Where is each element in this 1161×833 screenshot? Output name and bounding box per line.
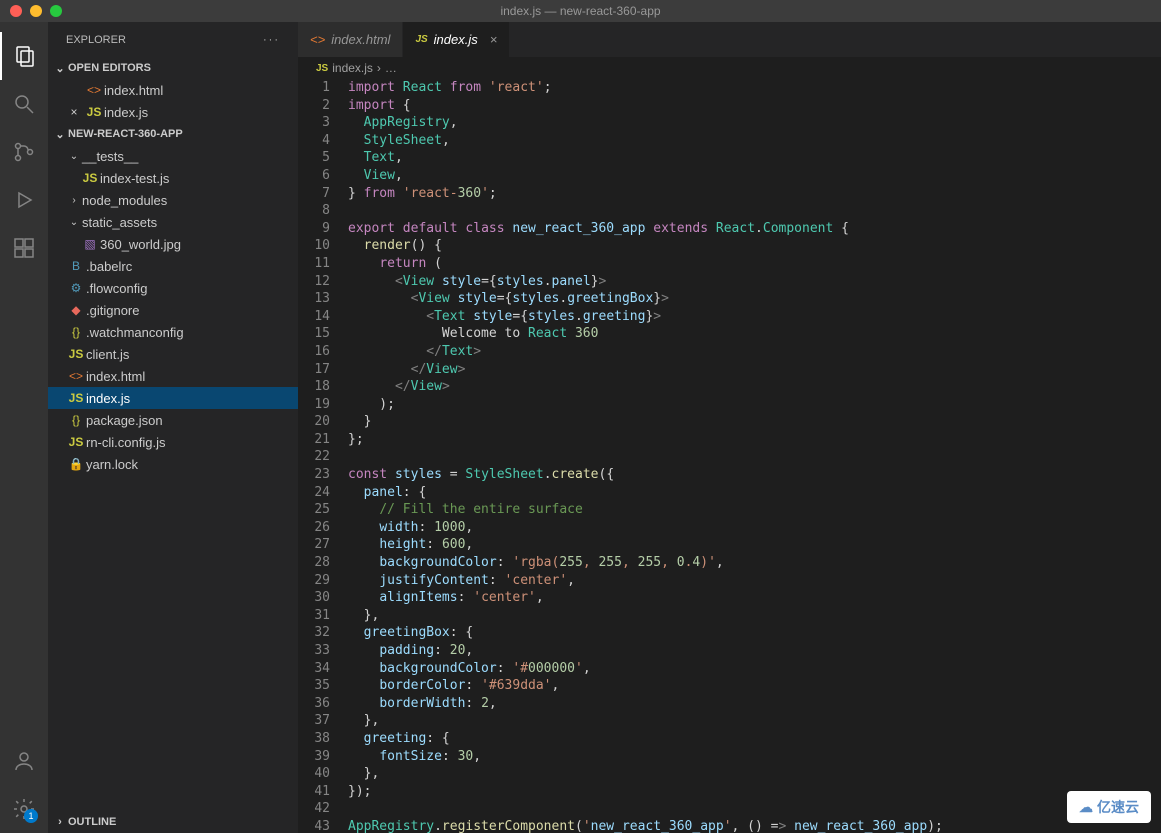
close-icon[interactable]: × [490, 32, 498, 47]
file-item[interactable]: ▧360_world.jpg [48, 233, 298, 255]
chevron-right-icon: › [52, 816, 68, 828]
chevron-down-icon: ⌄ [52, 62, 68, 75]
code-editor[interactable]: 1 2 3 4 5 6 7 8 9 10 11 12 13 14 15 16 1… [298, 79, 1161, 833]
extensions-icon[interactable] [0, 224, 48, 272]
file-name: index.html [86, 369, 145, 384]
file-name: index.js [104, 105, 148, 120]
tab-label: index.js [434, 32, 478, 47]
traffic-lights [0, 5, 62, 17]
accounts-icon[interactable] [0, 737, 48, 785]
editor-tab[interactable]: <> index.html [298, 22, 403, 57]
watermark: ☁ 亿速云 [1067, 791, 1151, 823]
file-icon: 🔒 [66, 457, 86, 471]
file-item[interactable]: 🔒yarn.lock [48, 453, 298, 475]
explorer-icon[interactable] [0, 32, 48, 80]
titlebar: index.js — new-react-360-app [0, 0, 1161, 22]
file-name: yarn.lock [86, 457, 138, 472]
minimize-window-button[interactable] [30, 5, 42, 17]
file-name: .flowconfig [86, 281, 147, 296]
file-name: 360_world.jpg [100, 237, 181, 252]
file-name: client.js [86, 347, 129, 362]
file-name: index-test.js [100, 171, 169, 186]
code-content[interactable]: import React from 'react'; import { AppR… [348, 79, 1161, 833]
breadcrumb-file: index.js [332, 61, 373, 75]
file-icon: JS [66, 391, 86, 405]
file-icon: JS [415, 34, 427, 45]
folder-item[interactable]: ›node_modules [48, 189, 298, 211]
maximize-window-button[interactable] [50, 5, 62, 17]
tab-label: index.html [331, 32, 390, 47]
file-item[interactable]: ⚙.flowconfig [48, 277, 298, 299]
file-icon: <> [84, 83, 104, 97]
debug-icon[interactable] [0, 176, 48, 224]
file-item[interactable]: {}.watchmanconfig [48, 321, 298, 343]
search-icon[interactable] [0, 80, 48, 128]
file-item[interactable]: JSclient.js [48, 343, 298, 365]
chevron-down-icon: ⌄ [52, 128, 68, 141]
sidebar-header: EXPLORER ··· [48, 22, 298, 57]
file-icon: ⚙ [66, 281, 86, 295]
chevron-icon: ⌄ [66, 217, 82, 228]
file-name: .babelrc [86, 259, 132, 274]
file-item[interactable]: <>index.html [48, 365, 298, 387]
sidebar: EXPLORER ··· ⌄ OPEN EDITORS <>index.html… [48, 22, 298, 833]
close-icon[interactable]: × [64, 105, 84, 119]
settings-badge: 1 [24, 809, 38, 823]
file-item[interactable]: {}package.json [48, 409, 298, 431]
file-icon: <> [310, 32, 325, 47]
folder-name: node_modules [82, 193, 167, 208]
breadcrumb[interactable]: JS index.js › … [298, 57, 1161, 79]
editor-tab[interactable]: JS index.js × [403, 22, 510, 57]
file-icon: JS [84, 105, 104, 119]
file-name: .watchmanconfig [86, 325, 184, 340]
file-item[interactable]: ◆.gitignore [48, 299, 298, 321]
file-name: .gitignore [86, 303, 139, 318]
open-editor-item[interactable]: <>index.html [48, 79, 298, 101]
editor-tabs: <> index.html JS index.js × [298, 22, 1161, 57]
close-window-button[interactable] [10, 5, 22, 17]
file-item[interactable]: JSindex-test.js [48, 167, 298, 189]
breadcrumb-sep: › [377, 61, 381, 75]
file-icon: B [66, 259, 86, 273]
file-item[interactable]: B.babelrc [48, 255, 298, 277]
folder-item[interactable]: ⌄static_assets [48, 211, 298, 233]
folder-name: static_assets [82, 215, 157, 230]
chevron-icon: ⌄ [66, 151, 82, 162]
cloud-icon: ☁ [1079, 799, 1093, 816]
activity-bar: 1 [0, 22, 48, 833]
breadcrumb-more: … [385, 61, 397, 75]
file-name: rn-cli.config.js [86, 435, 165, 450]
open-editors-section[interactable]: ⌄ OPEN EDITORS [48, 57, 298, 79]
chevron-icon: › [66, 195, 82, 206]
settings-icon[interactable]: 1 [0, 785, 48, 833]
folder-name: __tests__ [82, 149, 138, 164]
file-name: package.json [86, 413, 163, 428]
file-icon: {} [66, 325, 86, 339]
main: 1 EXPLORER ··· ⌄ OPEN EDITORS <>index.ht… [0, 22, 1161, 833]
editor-area: <>index.htmlJSindex.js× JS index.js › … … [298, 22, 1161, 833]
source-control-icon[interactable] [0, 128, 48, 176]
line-numbers: 1 2 3 4 5 6 7 8 9 10 11 12 13 14 15 16 1… [298, 79, 348, 833]
file-icon: JS [66, 435, 86, 449]
file-icon: ▧ [80, 237, 100, 251]
file-item[interactable]: JSindex.js [48, 387, 298, 409]
open-editor-item[interactable]: ×JSindex.js [48, 101, 298, 123]
file-icon: JS [80, 171, 100, 185]
file-icon: <> [66, 369, 86, 383]
project-section[interactable]: ⌄ NEW-REACT-360-APP [48, 123, 298, 145]
window-title: index.js — new-react-360-app [500, 4, 660, 18]
sidebar-title: EXPLORER [66, 34, 126, 46]
file-item[interactable]: JSrn-cli.config.js [48, 431, 298, 453]
outline-section[interactable]: › OUTLINE [48, 811, 298, 833]
file-name: index.js [86, 391, 130, 406]
folder-item[interactable]: ⌄__tests__ [48, 145, 298, 167]
file-name: index.html [104, 83, 163, 98]
file-icon: JS [66, 347, 86, 361]
js-icon: JS [316, 63, 328, 74]
sidebar-more-button[interactable]: ··· [263, 34, 280, 46]
file-icon: ◆ [66, 303, 86, 317]
file-icon: {} [66, 413, 86, 427]
